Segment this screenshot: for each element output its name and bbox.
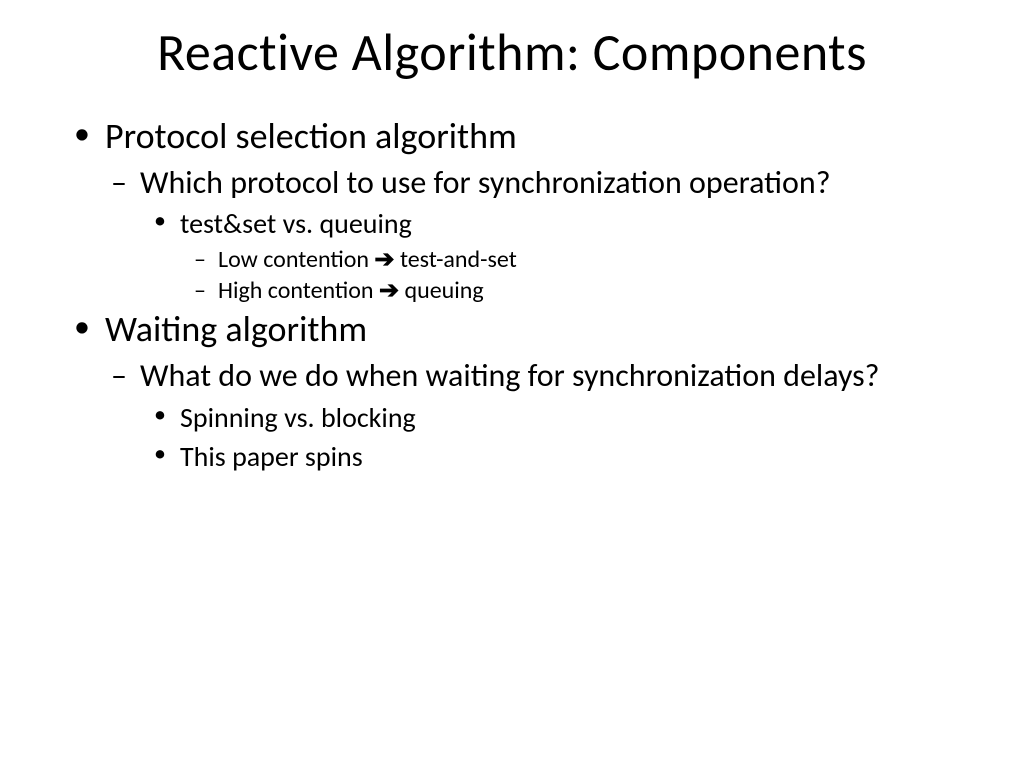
bullet-text-post: test-and-set [395,245,517,274]
bullet-level4: Low contention ➔ test-and-set [188,245,974,274]
bullet-level2: What do we do when waiting for synchroni… [105,357,974,395]
bullet-level4: High contention ➔ queuing [188,276,974,305]
arrow-right-icon: ➔ [379,276,399,305]
bullet-level1: Protocol selection algorithm [70,114,974,158]
bullet-level3: This paper spins [148,439,974,474]
bullet-text-post: queuing [399,276,484,305]
bullet-text-pre: Low contention [218,245,374,274]
bullet-list: Protocol selection algorithm Which proto… [70,114,974,474]
bullet-level3: test&set vs. queuing [148,206,974,241]
arrow-right-icon: ➔ [374,245,394,274]
slide-content: Protocol selection algorithm Which proto… [50,114,974,474]
bullet-text-pre: High contention [218,276,379,305]
bullet-level1: Waiting algorithm [70,307,974,351]
bullet-level3: Spinning vs. blocking [148,400,974,435]
slide-title: Reactive Algorithm: Components [50,20,974,84]
slide-container: Reactive Algorithm: Components Protocol … [0,0,1024,768]
bullet-level2: Which protocol to use for synchronizatio… [105,164,974,202]
